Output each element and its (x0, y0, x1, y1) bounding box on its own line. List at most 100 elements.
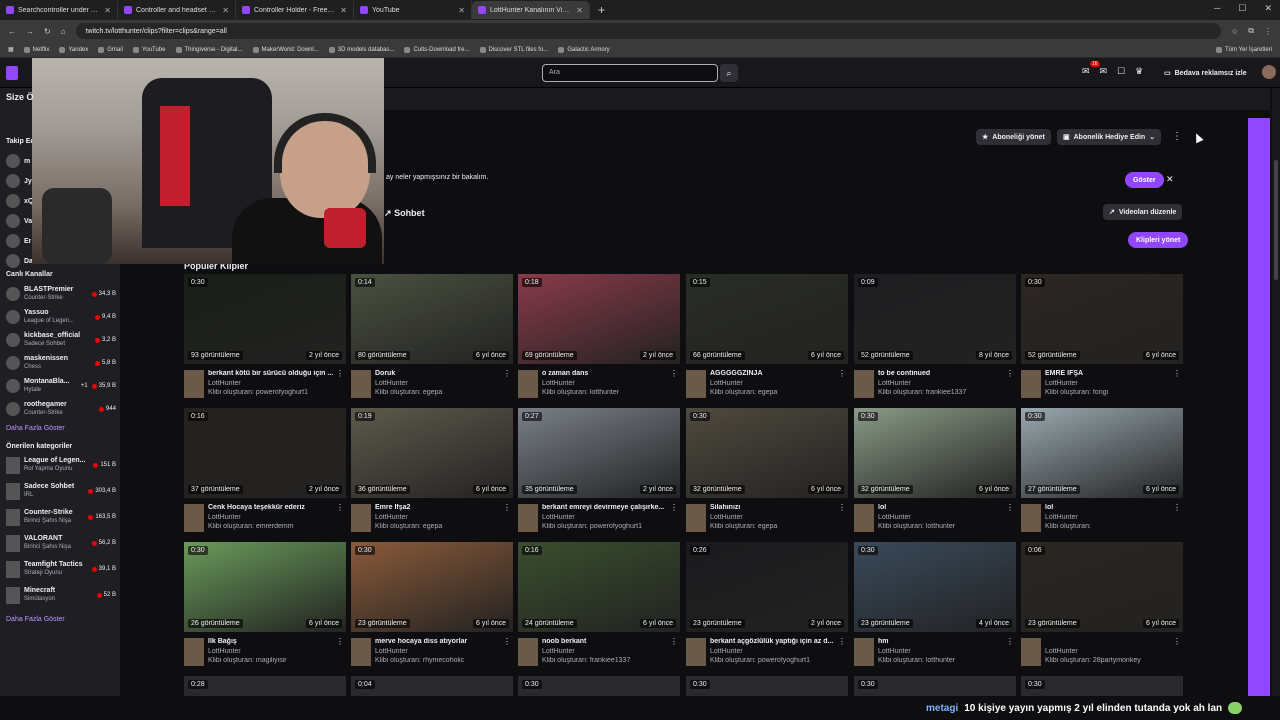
browser-tab[interactable]: LottHunter Kanalının Videoları ✕ (472, 1, 590, 19)
clip-menu-icon[interactable]: ⋮ (503, 503, 511, 512)
clip-channel[interactable]: LottHunter (208, 648, 241, 655)
clip-title[interactable]: EMRE İFŞA (1045, 370, 1171, 377)
live-channel-item[interactable]: MontanaBla... Hytale +1 35,9 B (6, 375, 116, 397)
clip-card[interactable]: 0:19 36 görüntüleme 6 yıl önce Emre İfşa2 Lo… (351, 408, 513, 542)
clip-card[interactable]: 0:30 27 görüntüleme 6 yıl önce lol LottHunte… (1021, 408, 1183, 542)
clip-channel[interactable]: LottHunter (375, 514, 408, 521)
notifications-icon[interactable]: ✉ (1082, 66, 1090, 77)
clip-thumbnail[interactable]: 0:16 24 görüntüleme 6 yıl önce (518, 542, 680, 632)
clip-menu-icon[interactable]: ⋮ (670, 503, 678, 512)
clip-card[interactable]: 0:15 66 görüntüleme 6 yıl önce AĞĞĞĞĞZINJA L… (686, 274, 848, 408)
clip-channel[interactable]: LottHunter (1045, 648, 1078, 655)
clip-thumbnail[interactable]: 0:30 (854, 676, 1016, 696)
clip-thumbnail[interactable]: 0:30 (1021, 676, 1183, 696)
clip-thumbnail[interactable]: 0:26 23 görüntüleme 2 yıl önce (686, 542, 848, 632)
apps-icon[interactable]: ▦ (8, 46, 14, 53)
clip-thumbnail[interactable]: 0:15 66 görüntüleme 6 yıl önce (686, 274, 848, 364)
show-more-channels-link[interactable]: Daha Fazla Göster (6, 425, 65, 432)
clip-thumbnail[interactable]: 0:30 32 görüntüleme 6 yıl önce (686, 408, 848, 498)
clip-thumbnail[interactable]: 0:06 23 görüntüleme 6 yıl önce (1021, 542, 1183, 632)
clip-card[interactable]: 0:30 32 görüntüleme 6 yıl önce Silahınızı Lo… (686, 408, 848, 542)
clip-title[interactable]: AĞĞĞĞĞZINJA (710, 370, 836, 377)
bookmark-item[interactable]: Discover STL files fo... (479, 46, 548, 53)
tab-close-icon[interactable]: ✕ (576, 6, 583, 15)
category-item[interactable]: Counter-Strike Birinci Şahıs Nişa 163,5 B (6, 506, 116, 528)
scrollbar-thumb[interactable] (1274, 160, 1278, 280)
bookmark-item[interactable]: Netflix (23, 46, 49, 53)
close-window-icon[interactable]: ✕ (1264, 3, 1272, 14)
reload-icon[interactable]: ↻ (44, 27, 51, 36)
clip-menu-icon[interactable]: ⋮ (503, 637, 511, 646)
edit-videos-button[interactable]: ↗ Videoları düzenle (1103, 204, 1183, 220)
live-channel-item[interactable]: kickbase_official Sadece Sohbet 3,2 B (6, 329, 116, 351)
activity-icon[interactable]: ☐ (1117, 66, 1125, 77)
manage-sub-button[interactable]: ★ Aboneliği yönet (976, 129, 1051, 145)
clip-channel[interactable]: LottHunter (878, 648, 911, 655)
adfree-button[interactable]: ▭ Bedava reklamsız izle (1164, 65, 1247, 81)
clip-channel[interactable]: LottHunter (710, 380, 743, 387)
clip-menu-icon[interactable]: ⋮ (1173, 637, 1181, 646)
clip-menu-icon[interactable]: ⋮ (670, 369, 678, 378)
extensions-icon[interactable]: ⧉ (1248, 26, 1254, 36)
clip-title[interactable]: Silahınızı (710, 504, 836, 511)
bookmark-star-icon[interactable]: ☆ (1231, 27, 1238, 36)
clip-menu-icon[interactable]: ⋮ (336, 503, 344, 512)
browser-tab[interactable]: Controller and headset holder✕ (118, 1, 236, 19)
clip-card-partial[interactable]: 0:30 (686, 676, 848, 696)
clip-card[interactable]: 0:06 23 görüntüleme 6 yıl önce LottHunter Kl… (1021, 542, 1183, 676)
clip-channel[interactable]: LottHunter (710, 514, 743, 521)
clip-thumbnail[interactable]: 0:30 (686, 676, 848, 696)
clip-channel[interactable]: LottHunter (878, 514, 911, 521)
clip-channel[interactable]: LottHunter (1045, 380, 1078, 387)
clip-title[interactable]: Emre İfşa2 (375, 504, 501, 511)
clip-title[interactable]: hm (878, 638, 1004, 645)
clip-title[interactable]: o zaman dans (542, 370, 668, 377)
clip-channel[interactable]: LottHunter (208, 514, 241, 521)
clip-channel[interactable]: LottHunter (878, 380, 911, 387)
clip-thumbnail[interactable]: 0:04 (351, 676, 513, 696)
category-item[interactable]: League of Legen... Rol Yapma Oyunu 151 B (6, 454, 116, 476)
clip-menu-icon[interactable]: ⋮ (838, 503, 846, 512)
clip-title[interactable]: merve hocaya diss atıyorlar (375, 638, 501, 645)
clip-menu-icon[interactable]: ⋮ (1006, 637, 1014, 646)
bookmark-item[interactable]: Gmail (98, 46, 123, 53)
clip-thumbnail[interactable]: 0:30 26 görüntüleme 6 yıl önce (184, 542, 346, 632)
clip-thumbnail[interactable]: 0:27 35 görüntüleme 2 yıl önce (518, 408, 680, 498)
clip-title[interactable]: berkant kötü bir sürücü olduğu için ... (208, 370, 334, 377)
clip-thumbnail[interactable]: 0:30 52 görüntüleme 6 yıl önce (1021, 274, 1183, 364)
tab-close-icon[interactable]: ✕ (340, 6, 347, 15)
clip-thumbnail[interactable]: 0:18 69 görüntüleme 2 yıl önce (518, 274, 680, 364)
clip-card-partial[interactable]: 0:28 (184, 676, 346, 696)
browser-menu-icon[interactable]: ⋮ (1264, 27, 1272, 36)
browser-tab[interactable]: YouTube ✕ (354, 1, 472, 19)
clip-channel[interactable]: LottHunter (542, 514, 575, 521)
live-channel-item[interactable]: roothegamer Counter-Strike 944 (6, 398, 116, 420)
clip-thumbnail[interactable]: 0:30 93 görüntüleme 2 yıl önce (184, 274, 346, 364)
twitch-logo-icon[interactable] (6, 66, 18, 80)
address-field[interactable]: twitch.tv/lotthunter/clips?filter=clips&… (75, 23, 1222, 39)
user-avatar[interactable] (1262, 65, 1276, 79)
forward-icon[interactable]: → (26, 27, 34, 36)
clip-card[interactable]: 0:30 26 görüntüleme 6 yıl önce İlk Bağış Lot… (184, 542, 346, 676)
bookmark-item[interactable]: MakerWorld: Downl... (252, 46, 319, 53)
home-icon[interactable]: ⌂ (61, 27, 66, 36)
clip-card[interactable]: 0:30 93 görüntüleme 2 yıl önce berkant kötü… (184, 274, 346, 408)
category-item[interactable]: Teamfight Tactics Strateji Oyunu 39,1 B (6, 558, 116, 580)
tab-close-icon[interactable]: ✕ (104, 6, 111, 15)
clip-menu-icon[interactable]: ⋮ (1173, 369, 1181, 378)
clip-thumbnail[interactable]: 0:30 (518, 676, 680, 696)
clip-card-partial[interactable]: 0:30 (854, 676, 1016, 696)
minimize-icon[interactable]: ─ (1214, 3, 1220, 14)
clip-card[interactable]: 0:27 35 görüntüleme 2 yıl önce berkant emre… (518, 408, 680, 542)
category-item[interactable]: VALORANT Birinci Şahıs Nişa 56,2 B (6, 532, 116, 554)
whispers-icon[interactable]: ✉ (1100, 66, 1108, 77)
clip-thumbnail[interactable]: 0:14 80 görüntüleme 6 yıl önce (351, 274, 513, 364)
manage-clips-button[interactable]: Klipleri yönet (1128, 232, 1189, 248)
bookmark-item[interactable]: Thingiverse - Digital... (175, 46, 243, 53)
clip-card-partial[interactable]: 0:30 (518, 676, 680, 696)
clip-title[interactable]: berkant emreyi devirmeye çalışırke... (542, 504, 668, 511)
search-input[interactable]: Ara (542, 64, 718, 82)
clip-menu-icon[interactable]: ⋮ (1006, 503, 1014, 512)
clip-menu-icon[interactable]: ⋮ (1173, 503, 1181, 512)
clip-menu-icon[interactable]: ⋮ (1006, 369, 1014, 378)
